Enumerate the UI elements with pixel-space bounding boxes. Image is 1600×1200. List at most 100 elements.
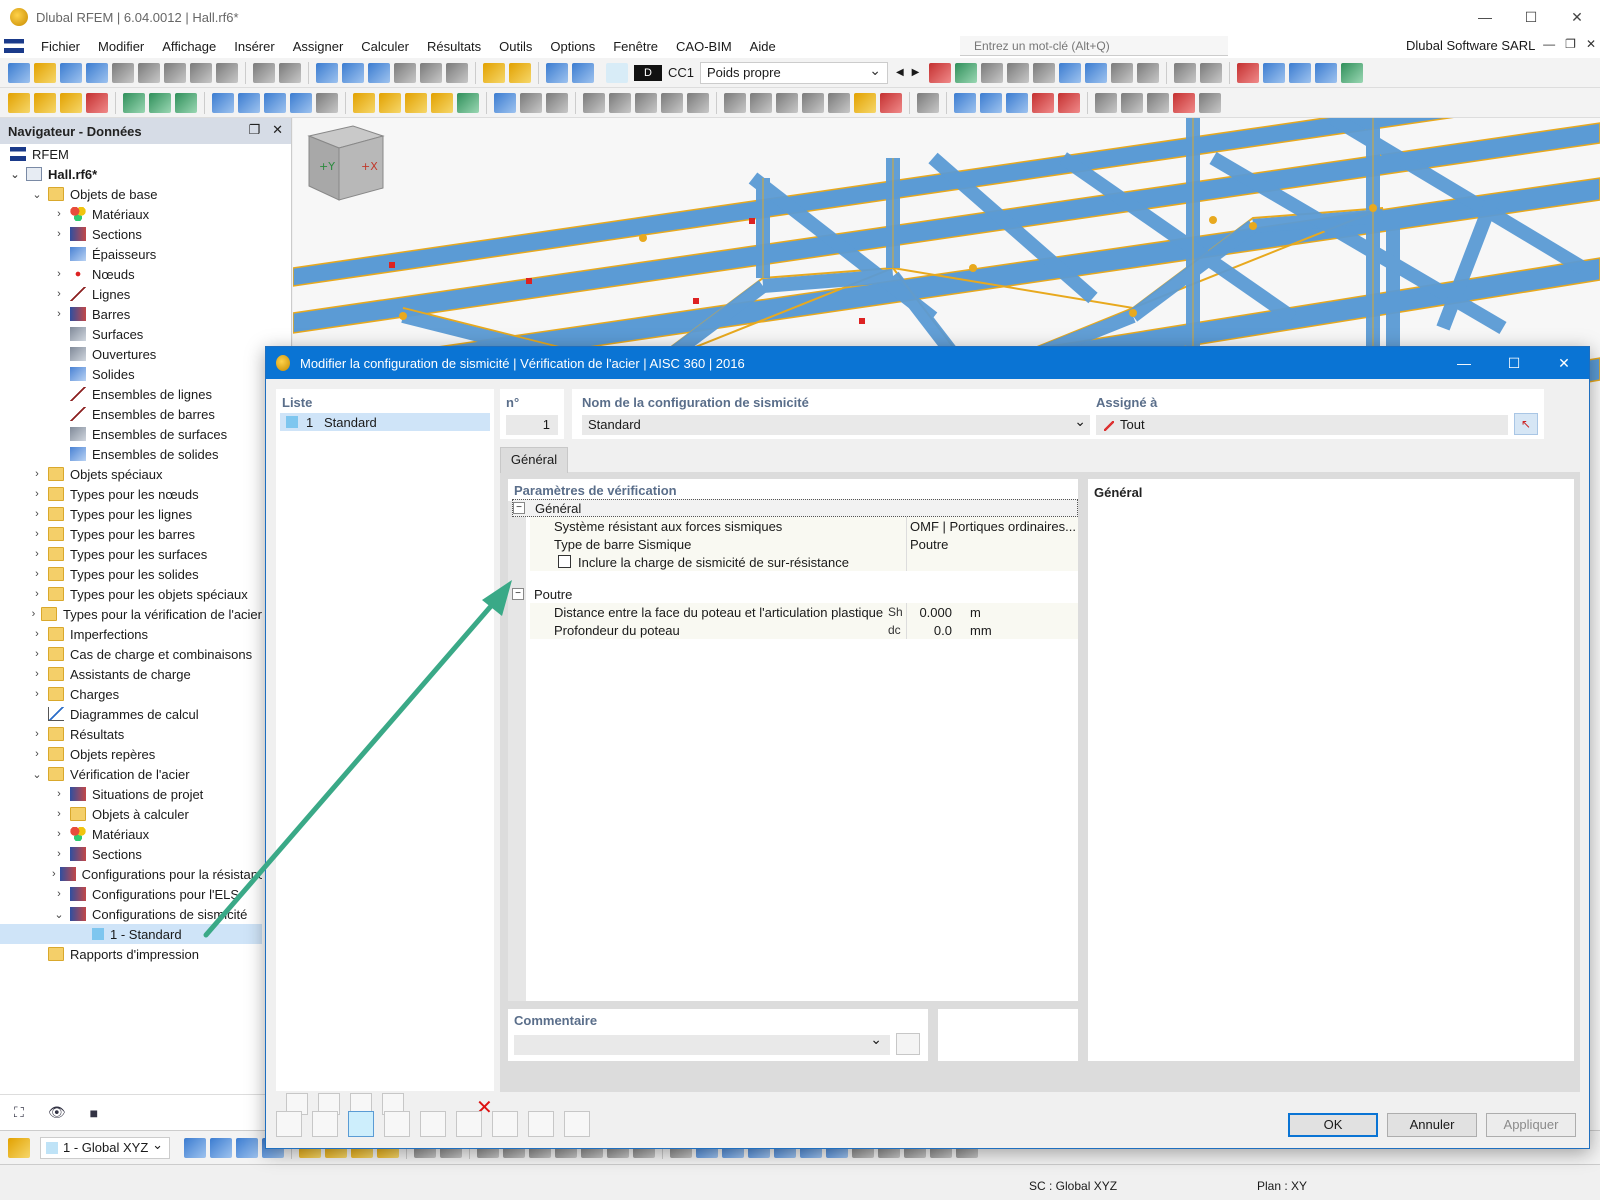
expand-chevron-icon[interactable]: › [52, 268, 66, 280]
tree-item[interactable]: › Sections [0, 844, 262, 864]
menu-fenetre[interactable]: Fenêtre [604, 39, 667, 54]
polyline-icon[interactable] [60, 92, 82, 113]
line-icon[interactable] [34, 92, 56, 113]
tree-item[interactable]: › Configurations pour la résistance [0, 864, 262, 884]
tab-data-icon[interactable]: ⛶ [14, 1104, 24, 1121]
tree-item[interactable]: ⌄ Objets de base [0, 184, 262, 204]
menu-assigner[interactable]: Assigner [284, 39, 353, 54]
tree-item[interactable]: Ensembles de solides [0, 444, 262, 464]
expand-chevron-icon[interactable]: › [52, 808, 66, 820]
dim-angle-icon[interactable] [750, 92, 772, 113]
scale-model-icon[interactable] [431, 92, 453, 113]
expand-chevron-icon[interactable]: › [52, 888, 66, 900]
param-overstrength[interactable]: Inclure la charge de sismicité de sur-ré… [530, 553, 1078, 571]
ruler-icon[interactable] [1174, 62, 1197, 83]
view-side-icon[interactable] [1058, 92, 1080, 113]
mirror-plane-icon[interactable] [1147, 92, 1169, 113]
snap-object-icon[interactable] [980, 92, 1002, 113]
tree-item[interactable]: › Types pour les nœuds [0, 484, 262, 504]
tree-item[interactable]: Rapports d'impression [0, 944, 262, 964]
model-cube-icon[interactable] [1059, 62, 1082, 83]
delete-icon[interactable] [1173, 92, 1195, 113]
mdi-minimize-button[interactable]: — [1543, 37, 1555, 51]
expand-chevron-icon[interactable]: › [30, 468, 44, 480]
tree-item-selected[interactable]: 1 - Standard [0, 924, 262, 944]
tree-item[interactable]: Surfaces [0, 324, 262, 344]
param-value[interactable]: 0.0 [908, 623, 952, 638]
align-icon[interactable] [1121, 92, 1143, 113]
expand-chevron-icon[interactable]: › [30, 568, 44, 580]
comment-icon[interactable] [854, 92, 876, 113]
console-icon[interactable] [394, 62, 416, 83]
expand-chevron-icon[interactable]: › [30, 608, 37, 620]
apply-button[interactable]: Appliquer [1486, 1113, 1576, 1137]
move-icon[interactable] [353, 92, 375, 113]
node-icon[interactable] [8, 92, 30, 113]
surface-icon[interactable] [212, 92, 234, 113]
axis-icon[interactable] [1341, 62, 1364, 83]
expand-chevron-icon[interactable]: › [52, 288, 66, 300]
print-icon[interactable] [112, 62, 134, 83]
view-3d-icon[interactable] [184, 1137, 206, 1158]
values-icon[interactable] [981, 62, 1004, 83]
render-transparent-icon[interactable] [1289, 62, 1312, 83]
values-min-icon[interactable] [1033, 62, 1056, 83]
keyword-search-input[interactable]: Entrez un mot-clé (Alt+Q) [960, 36, 1228, 56]
solid-icon[interactable] [238, 92, 260, 113]
dialog-minimize-button[interactable]: — [1439, 347, 1489, 379]
minimize-button[interactable]: — [1462, 0, 1508, 34]
cloud-sync-icon[interactable] [86, 62, 108, 83]
tree-item[interactable]: › Types pour les lignes [0, 504, 262, 524]
assign-select-button[interactable]: ↖ [1514, 413, 1538, 435]
calculator-icon[interactable] [446, 62, 468, 83]
support-icon[interactable] [123, 92, 145, 113]
load-icon[interactable] [457, 92, 479, 113]
tree-item[interactable]: Ouvertures [0, 344, 262, 364]
foundation-icon[interactable] [175, 92, 197, 113]
tree-item[interactable]: › Objets à calculer [0, 804, 262, 824]
dialog-maximize-button[interactable]: ☐ [1489, 347, 1539, 379]
view-front-icon[interactable] [1032, 92, 1054, 113]
param-seismic-system[interactable]: Système résistant aux forces sismiques O… [530, 517, 1078, 535]
tree-item[interactable]: Solides [0, 364, 262, 384]
settings-icon[interactable] [1199, 92, 1221, 113]
surface-load-icon[interactable] [609, 92, 631, 113]
table-view-icon[interactable] [316, 62, 338, 83]
tree-item[interactable]: › Matériaux [0, 204, 262, 224]
tree-item[interactable]: Diagrammes de calcul [0, 704, 262, 724]
formula-icon[interactable] [564, 1111, 590, 1137]
units-icon[interactable] [312, 1111, 338, 1137]
mdi-restore-button[interactable]: ❐ [1565, 37, 1576, 51]
expand-chevron-icon[interactable]: › [30, 548, 44, 560]
expand-chevron-icon[interactable]: › [30, 588, 44, 600]
collapse-chevron-icon[interactable]: ⌄ [30, 768, 44, 781]
tree-item[interactable]: Ensembles de lignes [0, 384, 262, 404]
copy-icon[interactable] [316, 92, 338, 113]
expand-chevron-icon[interactable]: › [52, 208, 66, 220]
tree-item[interactable]: Épaisseurs [0, 244, 262, 264]
opening-icon[interactable] [264, 92, 286, 113]
tree-item[interactable]: › Objets spéciaux [0, 464, 262, 484]
values-max-icon[interactable] [1007, 62, 1030, 83]
tree-item[interactable]: › Cas de charge et combinaisons [0, 644, 262, 664]
menu-affichage[interactable]: Affichage [153, 39, 225, 54]
help-icon[interactable] [276, 1111, 302, 1137]
copy-settings-icon[interactable] [492, 1111, 518, 1137]
rotate-icon[interactable] [379, 92, 401, 113]
calc-start-icon[interactable] [546, 62, 568, 83]
previous-load-case-icon[interactable]: ◀ [896, 67, 904, 78]
tab-display-icon[interactable]: 👁 [48, 1104, 66, 1121]
load-case-dropdown[interactable]: Poids propre [699, 60, 888, 84]
cube-icon[interactable] [290, 92, 312, 113]
hinge-icon[interactable] [149, 92, 171, 113]
tree-item[interactable]: ⌄ Vérification de l'acier [0, 764, 262, 784]
view-iso-icon[interactable] [1006, 92, 1028, 113]
tree-item[interactable]: › Imperfections [0, 624, 262, 644]
expand-chevron-icon[interactable]: › [30, 508, 44, 520]
tree-item[interactable]: › Assistants de charge [0, 664, 262, 684]
tree-item[interactable]: › Lignes [0, 284, 262, 304]
guide-line-icon[interactable] [828, 92, 850, 113]
overstrength-checkbox[interactable] [558, 555, 571, 568]
param-member-type[interactable]: Type de barre Sismique Poutre [530, 535, 1078, 553]
text-format-icon[interactable] [384, 1111, 410, 1137]
